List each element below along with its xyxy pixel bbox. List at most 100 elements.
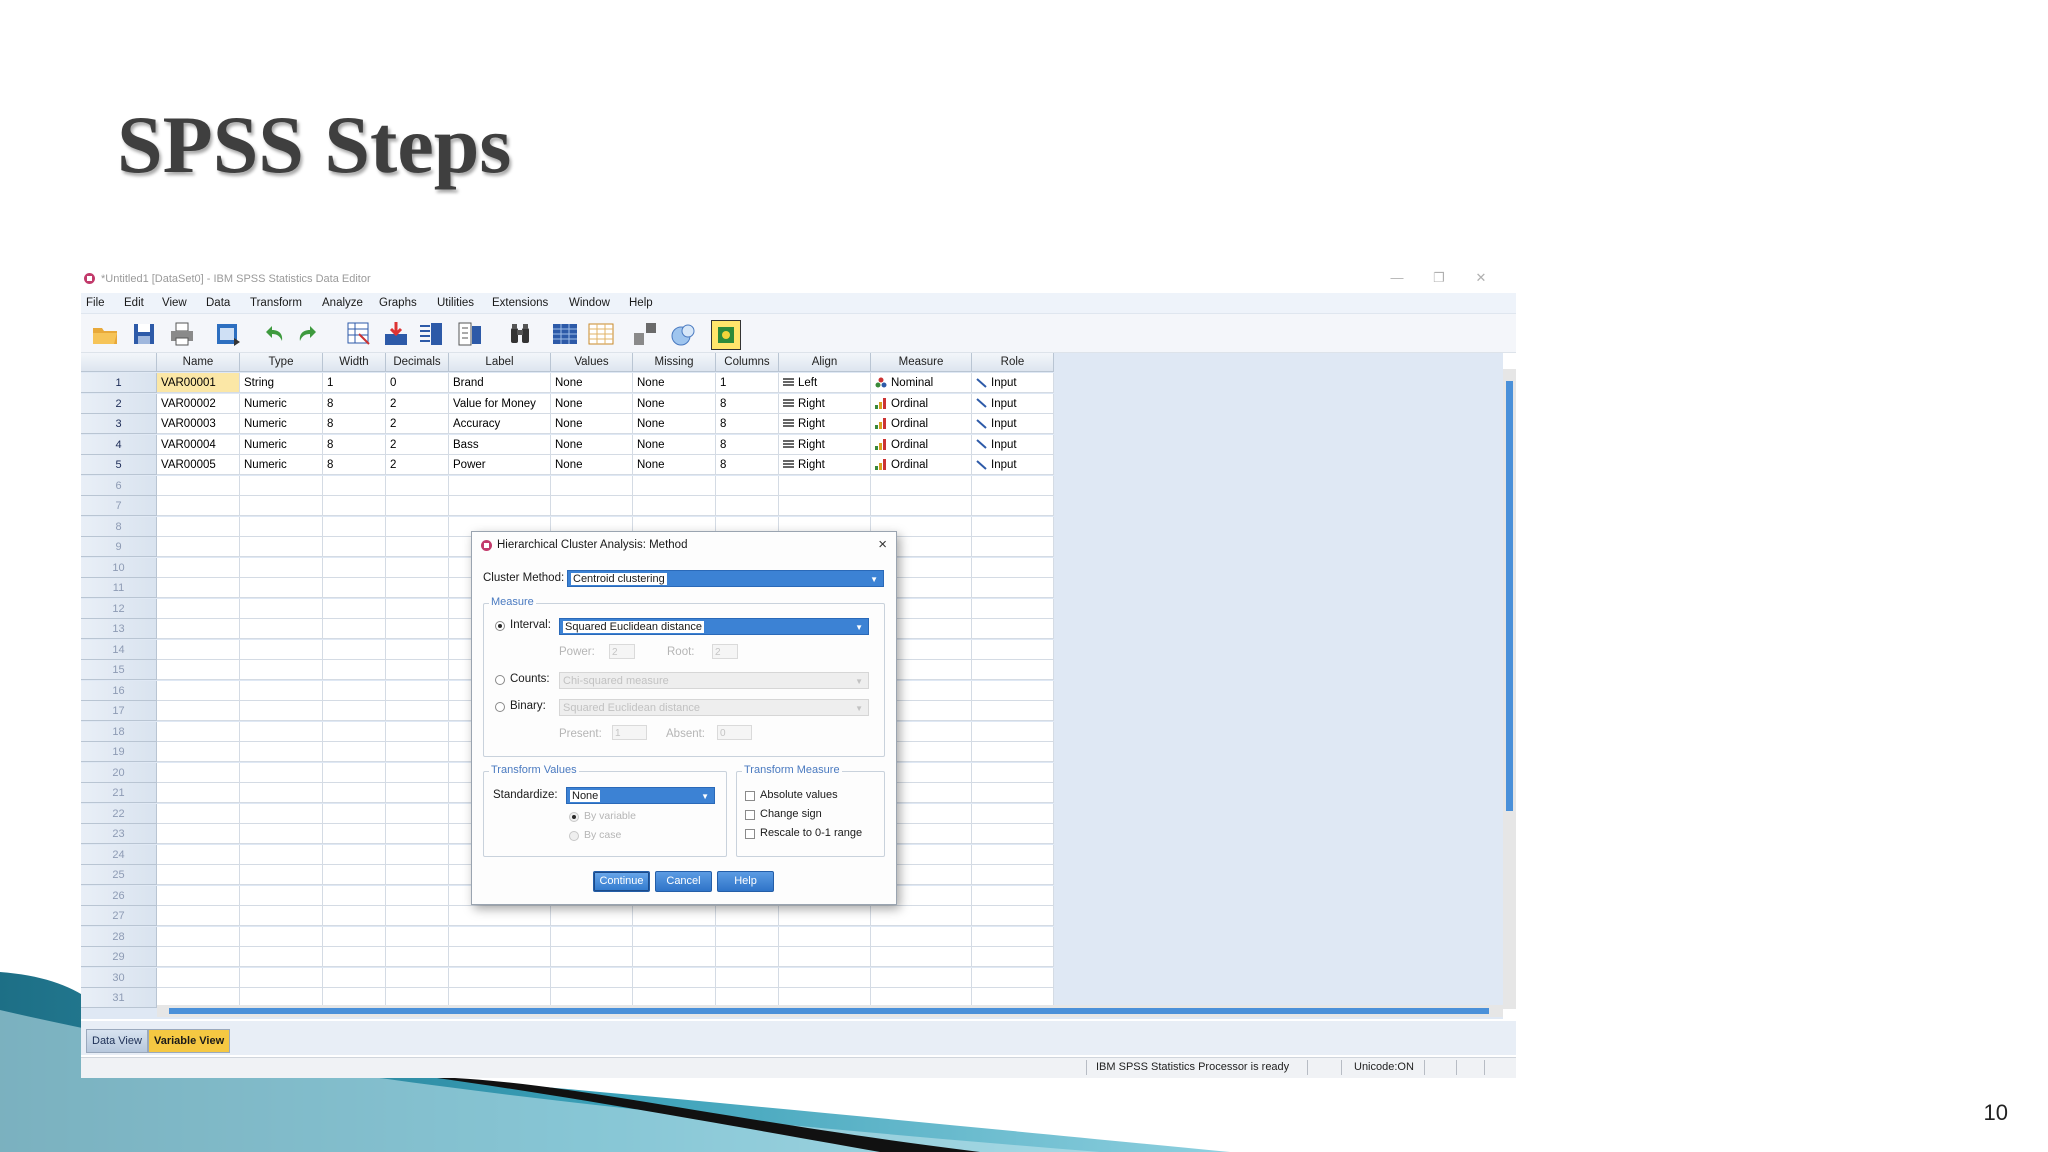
cell-decimals[interactable]	[386, 496, 449, 516]
cell-name[interactable]: VAR00003	[157, 414, 240, 434]
cell-name[interactable]: VAR00004	[157, 434, 240, 455]
row-number[interactable]: 27	[81, 906, 157, 926]
print-icon[interactable]	[168, 320, 196, 348]
cell-width[interactable]	[323, 967, 386, 988]
cell-decimals[interactable]	[386, 742, 449, 762]
row-number[interactable]: 12	[81, 598, 157, 619]
row-number[interactable]: 19	[81, 742, 157, 762]
cell-label[interactable]: Brand	[449, 373, 551, 393]
minimize-button[interactable]: —	[1376, 270, 1418, 285]
cell-columns[interactable]	[716, 496, 779, 516]
cell-name[interactable]	[157, 721, 240, 742]
row-number[interactable]: 28	[81, 926, 157, 947]
cell-width[interactable]	[323, 701, 386, 721]
cell-width[interactable]	[323, 947, 386, 967]
cell-columns[interactable]	[716, 475, 779, 496]
menu-view[interactable]: View	[162, 297, 187, 309]
cell-name[interactable]	[157, 660, 240, 680]
cell-role[interactable]: Input	[972, 373, 1054, 393]
row-number[interactable]: 2	[81, 393, 157, 414]
cell-name[interactable]	[157, 906, 240, 926]
cell-values[interactable]: None	[551, 414, 633, 434]
dialog-recall-icon[interactable]	[214, 320, 242, 348]
cell-role[interactable]	[972, 619, 1054, 639]
cell-decimals[interactable]: 2	[386, 414, 449, 434]
cell-width[interactable]	[323, 721, 386, 742]
cell-values[interactable]	[551, 947, 633, 967]
column-header-columns[interactable]: Columns	[716, 353, 779, 372]
cell-missing[interactable]: None	[633, 434, 716, 455]
cell-missing[interactable]	[633, 967, 716, 988]
row-number[interactable]: 5	[81, 455, 157, 475]
cell-width[interactable]	[323, 762, 386, 783]
insert-variable-icon[interactable]	[587, 320, 615, 348]
cell-type[interactable]	[240, 660, 323, 680]
row-number[interactable]: 9	[81, 537, 157, 557]
cell-width[interactable]	[323, 537, 386, 557]
cell-decimals[interactable]	[386, 865, 449, 885]
change-sign-checkbox[interactable]	[745, 810, 755, 820]
undo-icon[interactable]	[260, 320, 288, 348]
cell-role[interactable]	[972, 742, 1054, 762]
cell-name[interactable]	[157, 701, 240, 721]
interval-measure-select[interactable]: Squared Euclidean distance ▼	[559, 618, 869, 635]
cell-width[interactable]	[323, 865, 386, 885]
menu-help[interactable]: Help	[629, 297, 653, 309]
cell-type[interactable]	[240, 803, 323, 824]
cell-role[interactable]: Input	[972, 393, 1054, 414]
cell-width[interactable]	[323, 516, 386, 537]
cell-align[interactable]	[779, 496, 871, 516]
cell-decimals[interactable]	[386, 578, 449, 598]
cell-role[interactable]	[972, 496, 1054, 516]
menu-window[interactable]: Window	[569, 297, 610, 309]
cell-role[interactable]: Input	[972, 434, 1054, 455]
cell-width[interactable]: 8	[323, 455, 386, 475]
cell-label[interactable]	[449, 947, 551, 967]
cell-columns[interactable]	[716, 967, 779, 988]
cell-role[interactable]	[972, 783, 1054, 803]
column-header-role[interactable]: Role	[972, 353, 1054, 372]
cell-decimals[interactable]	[386, 783, 449, 803]
open-icon[interactable]	[91, 320, 119, 348]
row-number[interactable]: 30	[81, 967, 157, 988]
cell-width[interactable]	[323, 496, 386, 516]
cell-decimals[interactable]	[386, 947, 449, 967]
row-number[interactable]: 20	[81, 762, 157, 783]
cell-role[interactable]	[972, 947, 1054, 967]
menu-extensions[interactable]: Extensions	[492, 297, 548, 309]
row-number[interactable]: 6	[81, 475, 157, 496]
cell-type[interactable]	[240, 619, 323, 639]
cell-name[interactable]	[157, 475, 240, 496]
cell-type[interactable]	[240, 865, 323, 885]
cell-type[interactable]	[240, 906, 323, 926]
cell-measure[interactable]	[871, 926, 972, 947]
cell-values[interactable]: None	[551, 455, 633, 475]
cell-width[interactable]	[323, 844, 386, 865]
binary-radio[interactable]	[495, 702, 505, 712]
row-number[interactable]: 11	[81, 578, 157, 598]
row-number[interactable]: 14	[81, 639, 157, 660]
tab-data-view[interactable]: Data View	[86, 1029, 148, 1053]
cell-name[interactable]	[157, 578, 240, 598]
cell-type[interactable]	[240, 742, 323, 762]
cell-width[interactable]: 8	[323, 434, 386, 455]
cell-columns[interactable]: 8	[716, 455, 779, 475]
cell-align[interactable]: Right	[779, 434, 871, 455]
cell-label[interactable]	[449, 475, 551, 496]
cell-align[interactable]	[779, 475, 871, 496]
row-number[interactable]: 10	[81, 557, 157, 578]
cell-name[interactable]	[157, 865, 240, 885]
variables-icon[interactable]	[417, 320, 445, 348]
row-number[interactable]: 25	[81, 865, 157, 885]
counts-measure-select[interactable]: Chi-squared measure ▼	[559, 672, 869, 689]
cell-name[interactable]	[157, 496, 240, 516]
cell-name[interactable]	[157, 844, 240, 865]
cell-decimals[interactable]	[386, 885, 449, 906]
goto-case-icon[interactable]	[345, 320, 373, 348]
cell-role[interactable]	[972, 865, 1054, 885]
cell-values[interactable]	[551, 906, 633, 926]
find-icon[interactable]	[506, 320, 534, 348]
column-header-values[interactable]: Values	[551, 353, 633, 372]
row-number[interactable]: 26	[81, 885, 157, 906]
by-variable-radio[interactable]	[569, 812, 579, 822]
